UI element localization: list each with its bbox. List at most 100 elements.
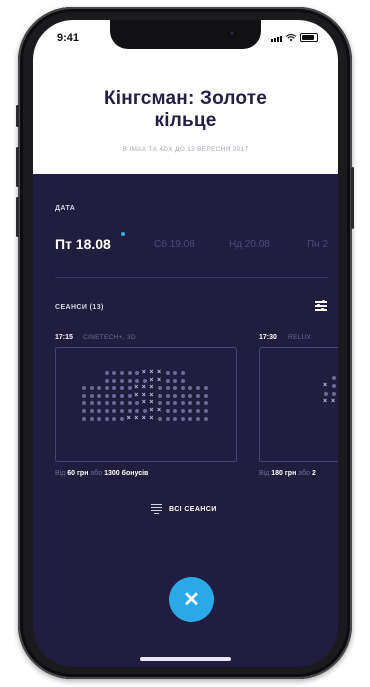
taken-seat: ×: [323, 382, 328, 389]
available-seat: [142, 409, 147, 413]
available-seat: [188, 393, 193, 398]
available-seat: [135, 378, 140, 383]
date-section-label: ДАТА: [55, 205, 76, 212]
volume-down-button: [16, 197, 19, 237]
taken-seat: ×: [149, 407, 154, 414]
taken-seat: ×: [134, 414, 139, 422]
available-seat: [173, 371, 178, 375]
available-seat: [120, 409, 124, 413]
mute-switch: [16, 105, 19, 127]
status-time: 9:41: [57, 32, 80, 44]
date-tab-saturday[interactable]: Сб 19.08: [154, 239, 195, 250]
date-tab-sunday[interactable]: Нд 20.08: [229, 239, 270, 250]
close-button[interactable]: ✕: [169, 577, 214, 622]
session-cinema: CINETECH+, 3D: [83, 334, 136, 341]
available-seat: [165, 386, 170, 391]
movie-title: Кінгсман: Золоте кільце: [53, 88, 318, 132]
available-seat: [97, 401, 102, 406]
available-seat: [112, 393, 117, 398]
taken-seat: ×: [157, 407, 162, 414]
signal-icon: [271, 36, 282, 42]
available-seat: [127, 371, 132, 375]
available-seat: [173, 378, 178, 383]
available-seat: [332, 384, 336, 388]
movie-title-line-2: кільце: [154, 110, 217, 131]
available-seat: [104, 378, 109, 383]
available-seat: [104, 386, 109, 391]
available-seat: [120, 393, 124, 398]
all-sessions-button[interactable]: ВСІ СЕАНСИ: [151, 504, 217, 514]
available-seat: [188, 401, 193, 406]
price-value-2: 180 грн: [271, 470, 297, 477]
available-seat: [203, 401, 208, 406]
available-seat: [188, 416, 193, 421]
available-seat: [173, 386, 178, 391]
taken-seat: ×: [141, 369, 146, 376]
available-seat: [173, 401, 178, 406]
filter-icon[interactable]: [315, 300, 327, 312]
available-seat: [104, 393, 109, 398]
available-seat: [127, 386, 132, 391]
available-seat: [188, 409, 193, 413]
available-seat: [180, 416, 185, 421]
taken-seat: ×: [149, 399, 154, 407]
session-cinema-2: RELUX: [288, 334, 312, 341]
price-prefix-2: Від: [259, 470, 270, 477]
available-seat: [203, 393, 208, 398]
available-seat: [112, 416, 117, 421]
available-seat: [89, 401, 94, 406]
taken-seat: ×: [141, 414, 146, 422]
available-seat: [165, 409, 170, 413]
taken-seat: ×: [134, 391, 139, 399]
available-seat: [180, 401, 185, 406]
available-seat: [104, 409, 109, 413]
date-tab-selected[interactable]: Пт 18.08: [55, 236, 111, 252]
available-seat: [180, 378, 185, 383]
taken-seat: ×: [323, 398, 328, 405]
price-bonus-2: 2: [312, 470, 316, 477]
taken-seat: ×: [157, 369, 162, 376]
session-card-seatmap[interactable]: × × × × × × × × × × × × × × × × × × ×: [55, 347, 237, 462]
taken-seat: ×: [149, 369, 154, 376]
available-seat: [82, 409, 86, 413]
available-seat: [158, 386, 162, 391]
available-seat: [89, 416, 94, 421]
taken-seat: ×: [149, 391, 154, 399]
available-seat: [82, 416, 86, 421]
close-icon: ✕: [183, 589, 200, 611]
all-sessions-label: ВСІ СЕАНСИ: [169, 505, 217, 513]
sessions-label: СЕАНСИ (13): [55, 304, 104, 311]
available-seat: [120, 416, 124, 421]
available-seat: [158, 416, 162, 421]
front-camera: [228, 29, 236, 37]
available-seat: [180, 393, 185, 398]
session-time-2: 17:30: [259, 334, 277, 341]
taken-seat: ×: [134, 384, 139, 392]
price-value: 60 грн: [67, 470, 89, 477]
session-card-seatmap-2[interactable]: × × ×: [259, 347, 338, 462]
available-seat: [188, 386, 193, 391]
movie-title-line-1: Кінгсман: Золоте: [103, 88, 268, 109]
available-seat: [97, 386, 102, 391]
available-seat: [135, 371, 140, 375]
taken-seat: ×: [149, 376, 154, 384]
available-seat: [97, 409, 102, 413]
available-seat: [127, 401, 132, 406]
selected-date-indicator: [121, 232, 125, 236]
date-tab-monday[interactable]: Пн 2: [307, 239, 328, 250]
available-seat: [104, 371, 109, 375]
available-seat: [180, 409, 185, 413]
available-seat: [196, 393, 200, 398]
available-seat: [196, 386, 200, 391]
available-seat: [332, 376, 336, 380]
available-seat: [203, 416, 208, 421]
home-indicator[interactable]: [140, 657, 231, 661]
available-seat: [120, 386, 124, 391]
available-seat: [112, 409, 117, 413]
price-bonus: 1300 бонусів: [104, 470, 149, 477]
available-seat: [82, 401, 86, 406]
date-divider: [55, 277, 328, 278]
price-prefix: Від: [55, 470, 66, 477]
available-seat: [180, 386, 185, 391]
available-seat: [165, 378, 170, 383]
